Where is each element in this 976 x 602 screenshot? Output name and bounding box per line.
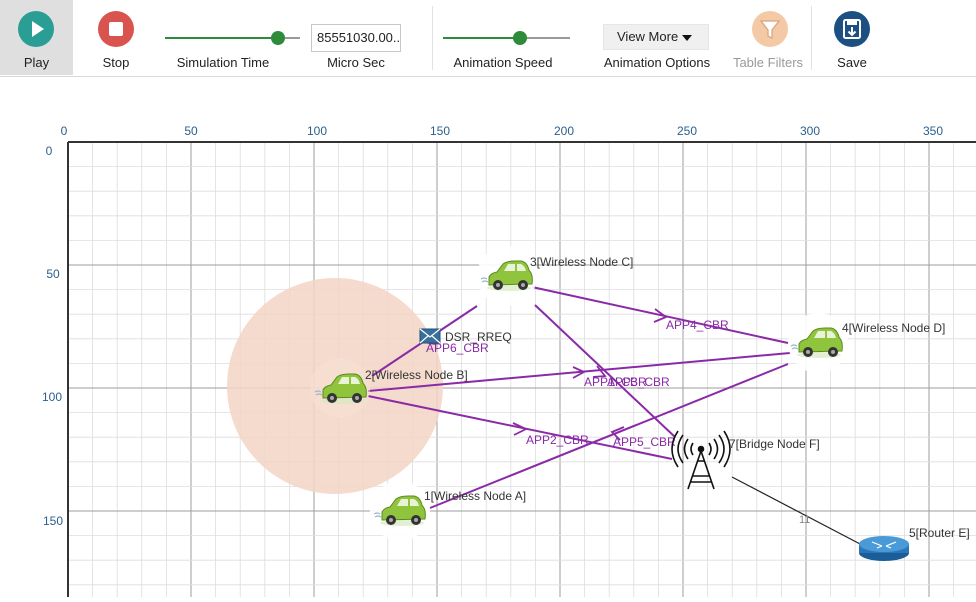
y-tick-label: 150: [43, 514, 63, 528]
animation-speed-knob[interactable]: [513, 31, 527, 45]
grid-lines: [67, 141, 976, 597]
caret-down-icon: [682, 35, 692, 41]
x-tick-label: 0: [61, 124, 68, 138]
flow-label-app4: APP4_CBR: [666, 318, 729, 332]
wireless-node-b[interactable]: [310, 358, 370, 418]
flow-label-app5: APP5_CBR: [613, 435, 676, 449]
node-label-f: 7[Bridge Node F]: [729, 437, 820, 451]
filter-icon: [752, 11, 788, 47]
simulation-time-input[interactable]: 85551030.00...: [311, 24, 401, 52]
packet-envelope-icon[interactable]: [419, 328, 441, 344]
animation-options-label: Animation Options: [603, 55, 711, 70]
y-tick-label: 50: [46, 267, 60, 281]
flow-label-app2: APP2_CBR: [526, 433, 589, 447]
router-icon: [859, 536, 909, 561]
flow-link-app4: [531, 286, 789, 344]
save-label: Save: [837, 55, 867, 70]
x-tick-label: 100: [307, 124, 327, 138]
simulation-time-label: Simulation Time: [176, 55, 270, 70]
animation-speed-slider[interactable]: [438, 28, 573, 48]
save-icon: [834, 11, 870, 47]
x-tick-label: 50: [184, 124, 198, 138]
flow-arrow: [512, 422, 529, 436]
wireless-node-a[interactable]: [370, 481, 430, 541]
y-tick-label: 0: [46, 144, 53, 158]
wireless-node-c[interactable]: [477, 246, 537, 306]
animation-speed-track-rest: [520, 37, 570, 39]
stop-label: Stop: [102, 55, 130, 70]
simulation-time-knob[interactable]: [271, 31, 285, 45]
x-tick-label: 200: [554, 124, 574, 138]
packet-label: DSR_RREQ: [445, 330, 512, 344]
toolbar-separator-2: [811, 6, 812, 70]
micro-sec-label: Micro Sec: [327, 55, 385, 70]
network-grid-svg: 0 50 100 150 200 250 300 350 0 50 100 15…: [42, 124, 976, 597]
x-tick-label: 150: [430, 124, 450, 138]
node-label-b: 2[Wireless Node B]: [365, 368, 468, 382]
play-icon: [18, 11, 54, 47]
x-tick-label: 300: [800, 124, 820, 138]
bridge-node-f[interactable]: [671, 430, 731, 490]
tower-antenna-icon: [671, 430, 731, 490]
animation-speed-label: Animation Speed: [453, 55, 553, 70]
network-canvas[interactable]: 0 50 100 150 200 250 300 350 0 50 100 15…: [0, 77, 976, 597]
wired-link-id: 11: [799, 514, 810, 526]
flow-label-app3: APP3_CBR: [607, 375, 670, 389]
save-button[interactable]: Save: [828, 0, 876, 75]
stop-icon: [98, 11, 134, 47]
y-tick-label: 100: [42, 390, 62, 404]
simulation-time-track: [165, 37, 278, 39]
node-label-d: 4[Wireless Node D]: [842, 321, 945, 335]
play-label: Play: [23, 55, 50, 70]
wireless-node-d[interactable]: [788, 313, 848, 373]
x-tick-label: 350: [923, 124, 943, 138]
stop-button[interactable]: Stop: [92, 0, 140, 75]
node-label-c: 3[Wireless Node C]: [530, 255, 633, 269]
view-more-dropdown[interactable]: View More: [603, 24, 709, 50]
node-label-e: 5[Router E]: [909, 526, 970, 540]
table-filters-button[interactable]: Table Filters: [728, 0, 808, 75]
table-filters-label: Table Filters: [732, 55, 804, 70]
x-tick-label: 250: [677, 124, 697, 138]
animation-speed-track: [443, 37, 520, 39]
simulation-time-slider[interactable]: [160, 28, 305, 48]
node-label-a: 1[Wireless Node A]: [424, 489, 526, 503]
play-button[interactable]: Play: [0, 0, 73, 75]
router-e[interactable]: [859, 536, 909, 561]
toolbar-separator: [432, 6, 433, 70]
view-more-label: View More: [617, 29, 679, 44]
toolbar: Play Stop Simulation Time 85551030.00...…: [0, 0, 976, 77]
